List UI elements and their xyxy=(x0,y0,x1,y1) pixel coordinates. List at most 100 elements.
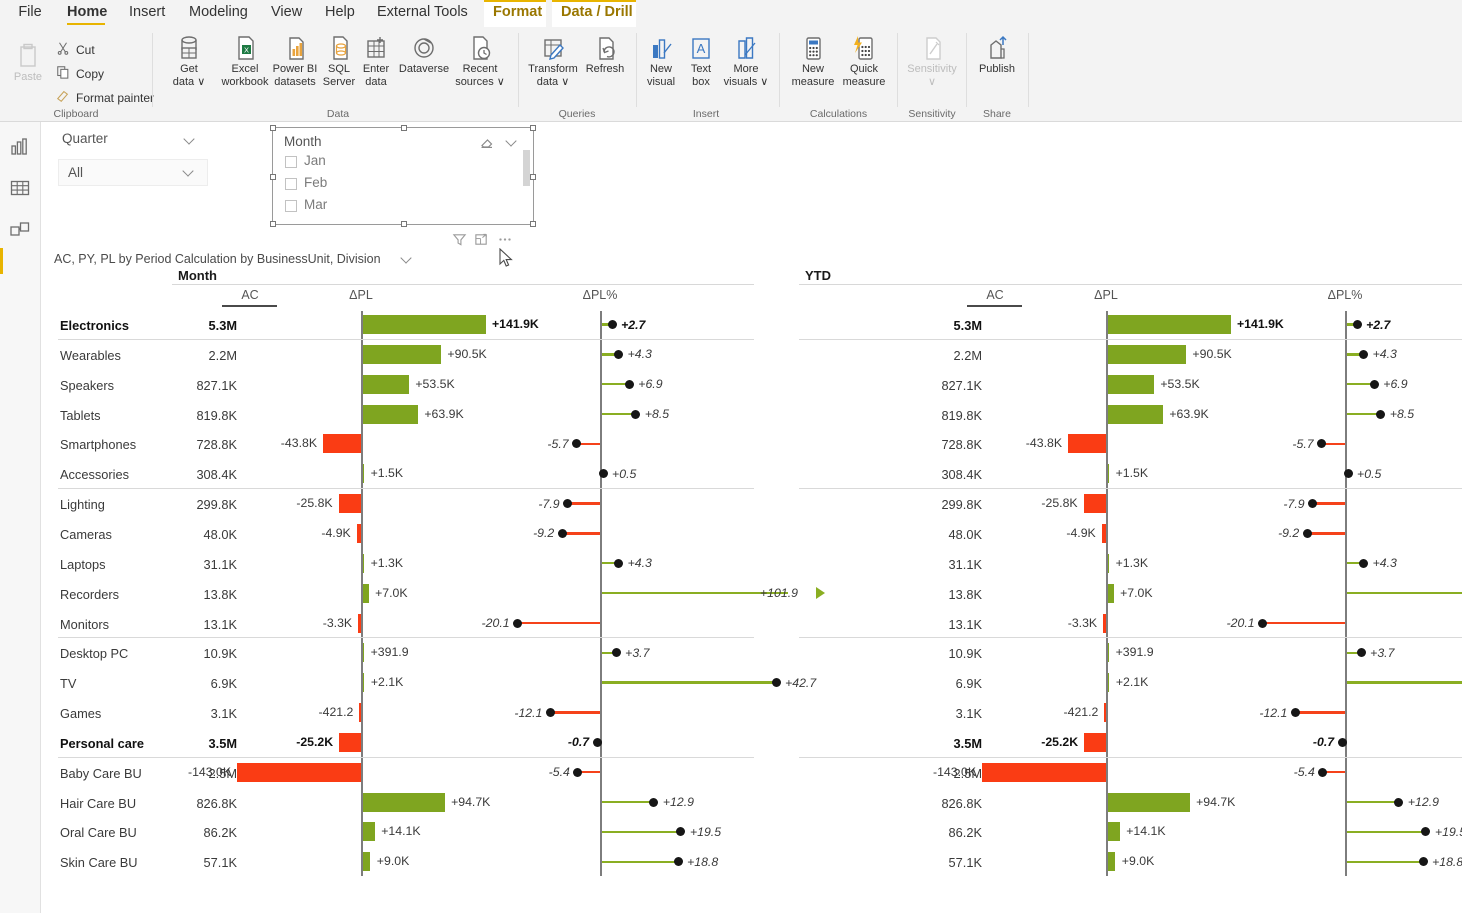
ribbon-tab-insert[interactable]: Insert xyxy=(120,0,174,27)
slicer-month-scrollbar[interactable] xyxy=(523,150,530,222)
ribbon-tab-file[interactable]: File xyxy=(8,0,52,27)
table-row[interactable]: Wearables 2.2M +90.5K +4.3 xyxy=(54,340,754,370)
table-row[interactable]: Games 3.1K -421.2 -12.1 xyxy=(54,698,754,728)
ribbon-tab-format[interactable]: Format xyxy=(484,0,546,27)
dplpct-dot xyxy=(614,558,624,568)
filter-icon[interactable] xyxy=(452,232,474,250)
resize-handle-ne[interactable] xyxy=(530,125,536,131)
table-row[interactable]: 2.2M +90.5K +4.3 xyxy=(799,340,1462,370)
transform-data-button[interactable]: Transform data ∨ xyxy=(522,33,584,88)
refresh-button[interactable]: Refresh xyxy=(580,33,630,76)
sidebar-item-model-view[interactable] xyxy=(8,218,32,242)
slicer-quarter-dropdown[interactable]: All xyxy=(58,159,208,186)
sidebar-item-report-view[interactable] xyxy=(8,134,32,158)
table-row[interactable]: Personal care 3.5M -25.2K -0.7 xyxy=(54,728,754,758)
table-row[interactable]: Electronics 5.3M +141.9K +2.7 xyxy=(54,310,754,340)
sidebar-item-data-view[interactable] xyxy=(8,176,32,200)
table-row[interactable]: 728.8K -43.8K -5.7 xyxy=(799,429,1462,459)
table-row[interactable]: 308.4K +1.5K +0.5 xyxy=(799,459,1462,489)
publish-button[interactable]: Publish xyxy=(972,33,1022,76)
sql-server-button[interactable]: SQL Server xyxy=(318,33,360,88)
enter-data-button[interactable]: Enter data xyxy=(355,33,397,88)
table-row[interactable]: 827.1K +53.5K +6.9 xyxy=(799,370,1462,400)
more-visuals-button[interactable]: More visuals ∨ xyxy=(720,33,772,88)
dataverse-button[interactable]: Dataverse xyxy=(393,33,455,76)
format-painter-button[interactable]: Format painter xyxy=(56,89,154,106)
quick-measure-button[interactable]: Quick measure xyxy=(836,33,892,88)
table-row[interactable]: Recorders 13.8K +7.0K +101.9 xyxy=(54,579,825,609)
new-visual-button[interactable]: New visual xyxy=(640,33,682,88)
table-row[interactable]: Hair Care BU 826.8K +94.7K +12.9 xyxy=(54,788,754,818)
table-row[interactable]: Cameras 48.0K -4.9K -9.2 xyxy=(54,519,754,549)
slicer-month[interactable]: Month Jan Feb Mar xyxy=(270,125,536,227)
table-row[interactable]: 2.5M -143.0K -5.4 xyxy=(799,758,1462,788)
slicer-month-scrollbar-thumb[interactable] xyxy=(523,150,530,186)
table-row[interactable]: 48.0K -4.9K -9.2 xyxy=(799,519,1462,549)
table-row[interactable]: Smartphones 728.8K -43.8K -5.7 xyxy=(54,429,754,459)
table-row[interactable]: 10.9K +391.9 +3.7 xyxy=(799,638,1462,668)
recent-sources-button[interactable]: Recent sources ∨ xyxy=(448,33,512,88)
table-row[interactable]: 819.8K +63.9K +8.5 xyxy=(799,400,1462,430)
ribbon-tab-external-tools[interactable]: External Tools xyxy=(368,0,472,27)
slicer-month-checkbox-feb[interactable] xyxy=(285,178,297,190)
resize-handle-s[interactable] xyxy=(401,221,407,227)
slicer-quarter-chevron-down-icon[interactable] xyxy=(185,135,196,146)
table-row[interactable]: 86.2K +14.1K +19.5 xyxy=(799,817,1462,847)
report-canvas[interactable]: Quarter All Month Jan Feb Mar AC, PY, PL… xyxy=(41,122,1462,913)
slicer-month-checkbox-mar[interactable] xyxy=(285,200,297,212)
dpl-value-label: +90.5K xyxy=(447,346,487,361)
dplpct-value-label: +18.8 xyxy=(1432,854,1462,869)
table-row[interactable]: Speakers 827.1K +53.5K +6.9 xyxy=(54,370,754,400)
slicer-quarter-value-chevron-down-icon[interactable] xyxy=(184,167,195,178)
slicer-quarter-title: Quarter xyxy=(62,131,108,146)
table-row[interactable]: Tablets 819.8K +63.9K +8.5 xyxy=(54,400,754,430)
visual-title-chevron-down-icon[interactable] xyxy=(402,254,413,265)
enter-data-button-label: Enter xyxy=(362,63,390,75)
ribbon-tab-modeling[interactable]: Modeling xyxy=(180,0,256,27)
table-row[interactable]: 826.8K +94.7K +12.9 xyxy=(799,788,1462,818)
table-row[interactable]: Accessories 308.4K +1.5K +0.5 xyxy=(54,459,754,489)
table-row[interactable]: 13.8K+7.0K+101.9 xyxy=(799,579,1462,609)
dpl-bar xyxy=(362,673,365,693)
new-measure-button[interactable]: New measure xyxy=(785,33,841,88)
slicer-month-eraser-icon[interactable] xyxy=(479,134,495,155)
dpl-bar xyxy=(1103,613,1106,633)
resize-handle-w[interactable] xyxy=(270,174,276,180)
power-bi-datasets-button[interactable]: Power BI datasets xyxy=(264,33,326,88)
resize-handle-sw[interactable] xyxy=(270,221,276,227)
cut-button[interactable]: Cut xyxy=(56,41,95,58)
dplpct-dot xyxy=(649,797,659,807)
ribbon-tab-home[interactable]: Home xyxy=(58,0,114,27)
get-data-button[interactable]: Get data ∨ xyxy=(163,33,215,88)
table-row[interactable]: Laptops 31.1K +1.3K +4.3 xyxy=(54,549,754,579)
table-row[interactable]: 299.8K -25.8K -7.9 xyxy=(799,489,1462,519)
table-row[interactable]: TV 6.9K +2.1K +42.7 xyxy=(54,668,816,698)
table-row[interactable]: Skin Care BU 57.1K +9.0K +18.8 xyxy=(54,847,754,877)
table-row[interactable]: Baby Care BU 2.5M -143.0K -5.4 xyxy=(54,758,754,788)
resize-handle-se[interactable] xyxy=(530,221,536,227)
focus-mode-icon[interactable] xyxy=(474,232,496,250)
slicer-month-checkbox-jan[interactable] xyxy=(285,156,297,168)
text-box-button[interactable]: A Text box xyxy=(682,33,720,88)
resize-handle-n[interactable] xyxy=(401,125,407,131)
ribbon-tab-data-drill[interactable]: Data / Drill xyxy=(552,0,636,27)
table-row[interactable]: 31.1K +1.3K +4.3 xyxy=(799,549,1462,579)
table-row[interactable]: Monitors 13.1K -3.3K -20.1 xyxy=(54,609,754,639)
copy-button[interactable]: Copy xyxy=(56,65,104,82)
table-row[interactable]: Lighting 299.8K -25.8K -7.9 xyxy=(54,489,754,519)
table-row[interactable]: 13.1K -3.3K -20.1 xyxy=(799,609,1462,639)
slicer-month-chevron-down-icon[interactable] xyxy=(507,137,518,148)
table-visual[interactable]: Month AC ΔPL ΔPL% Electronics 5.3M +141.9K +2.7… xyxy=(54,268,1462,908)
ribbon-tab-view[interactable]: View xyxy=(262,0,310,27)
ribbon-tab-help[interactable]: Help xyxy=(316,0,362,27)
dplpct-dot xyxy=(631,409,641,419)
resize-handle-nw[interactable] xyxy=(270,125,276,131)
table-row[interactable]: 6.9K+2.1K+42.7 xyxy=(799,668,1462,698)
table-row[interactable]: 5.3M +141.9K +2.7 xyxy=(799,310,1462,340)
table-row[interactable]: Desktop PC 10.9K +391.9 +3.7 xyxy=(54,638,754,668)
table-row[interactable]: Oral Care BU 86.2K +14.1K +19.5 xyxy=(54,817,754,847)
resize-handle-e[interactable] xyxy=(530,174,536,180)
table-row[interactable]: 3.5M -25.2K -0.7 xyxy=(799,728,1462,758)
table-row[interactable]: 57.1K +9.0K +18.8 xyxy=(799,847,1462,877)
table-row[interactable]: 3.1K -421.2 -12.1 xyxy=(799,698,1462,728)
